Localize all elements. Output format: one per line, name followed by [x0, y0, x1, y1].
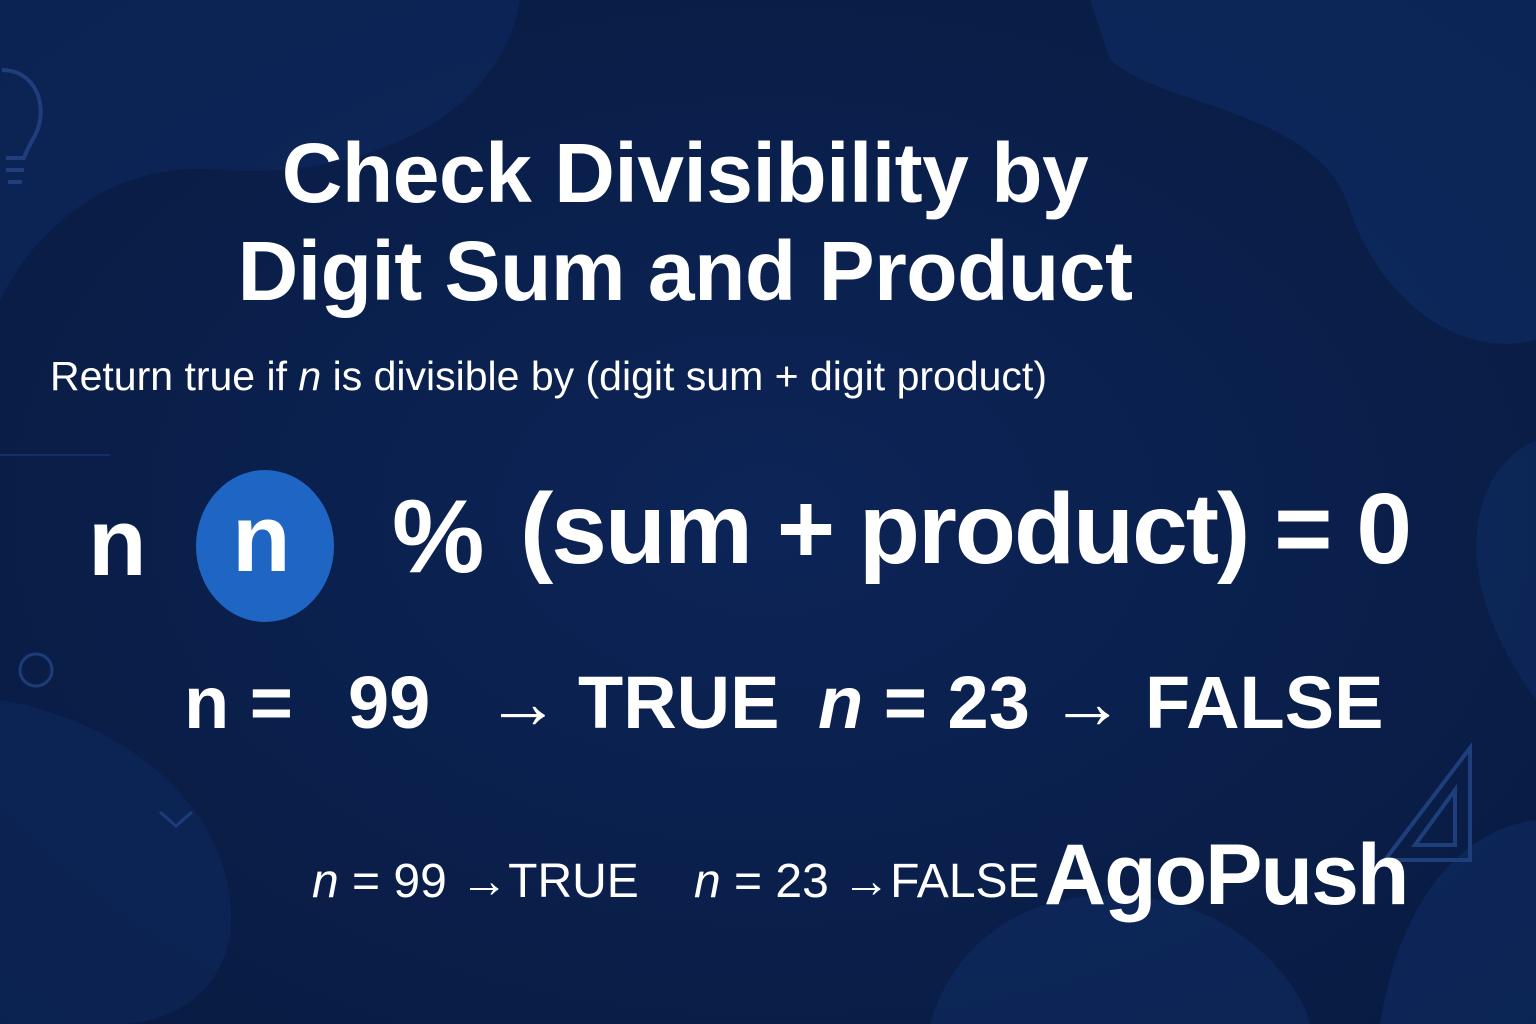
small-example-1-var: n: [312, 855, 339, 908]
subtitle-after: is divisible by (digit sum + digit produ…: [321, 353, 1047, 399]
example1-arrow: →: [486, 661, 560, 744]
small-example-2: n = 23 →FALSE: [694, 854, 1040, 909]
formula-n-badge: n: [232, 485, 291, 592]
small-example-2-text: = 23 →FALSE: [720, 855, 1040, 908]
title-line-1: Check Divisibility by: [281, 126, 1089, 220]
formula-row: n n % (sum + product) = 0: [0, 462, 1536, 632]
subtitle: Return true if n is divisible by (digit …: [50, 350, 1047, 402]
example2-var: n: [818, 661, 864, 744]
example1-lhs: n =: [184, 661, 293, 744]
formula-expression: (sum + product) = 0: [520, 473, 1412, 585]
example1-result: TRUE: [578, 661, 780, 744]
page-title: Check Divisibility by Digit Sum and Prod…: [0, 124, 1370, 320]
example2-text: = 23 → FALSE: [883, 661, 1384, 744]
examples-large: n = 99 → TRUE n = 23 → FALSE: [0, 660, 1536, 760]
subtitle-before: Return true if: [50, 353, 299, 399]
formula-percent: %: [392, 479, 485, 595]
small-example-1-text: = 99 →TRUE: [338, 855, 639, 908]
small-example-2-var: n: [694, 855, 721, 908]
small-example-1: n = 99 →TRUE: [312, 854, 639, 909]
example1-value: 99: [348, 661, 431, 744]
formula-n: n: [88, 489, 147, 596]
brand-logo: AgoPush: [1044, 827, 1409, 923]
example2: n = 23 → FALSE: [818, 660, 1383, 745]
subtitle-var: n: [298, 353, 322, 399]
title-line-2: Digit Sum and Product: [237, 224, 1133, 318]
